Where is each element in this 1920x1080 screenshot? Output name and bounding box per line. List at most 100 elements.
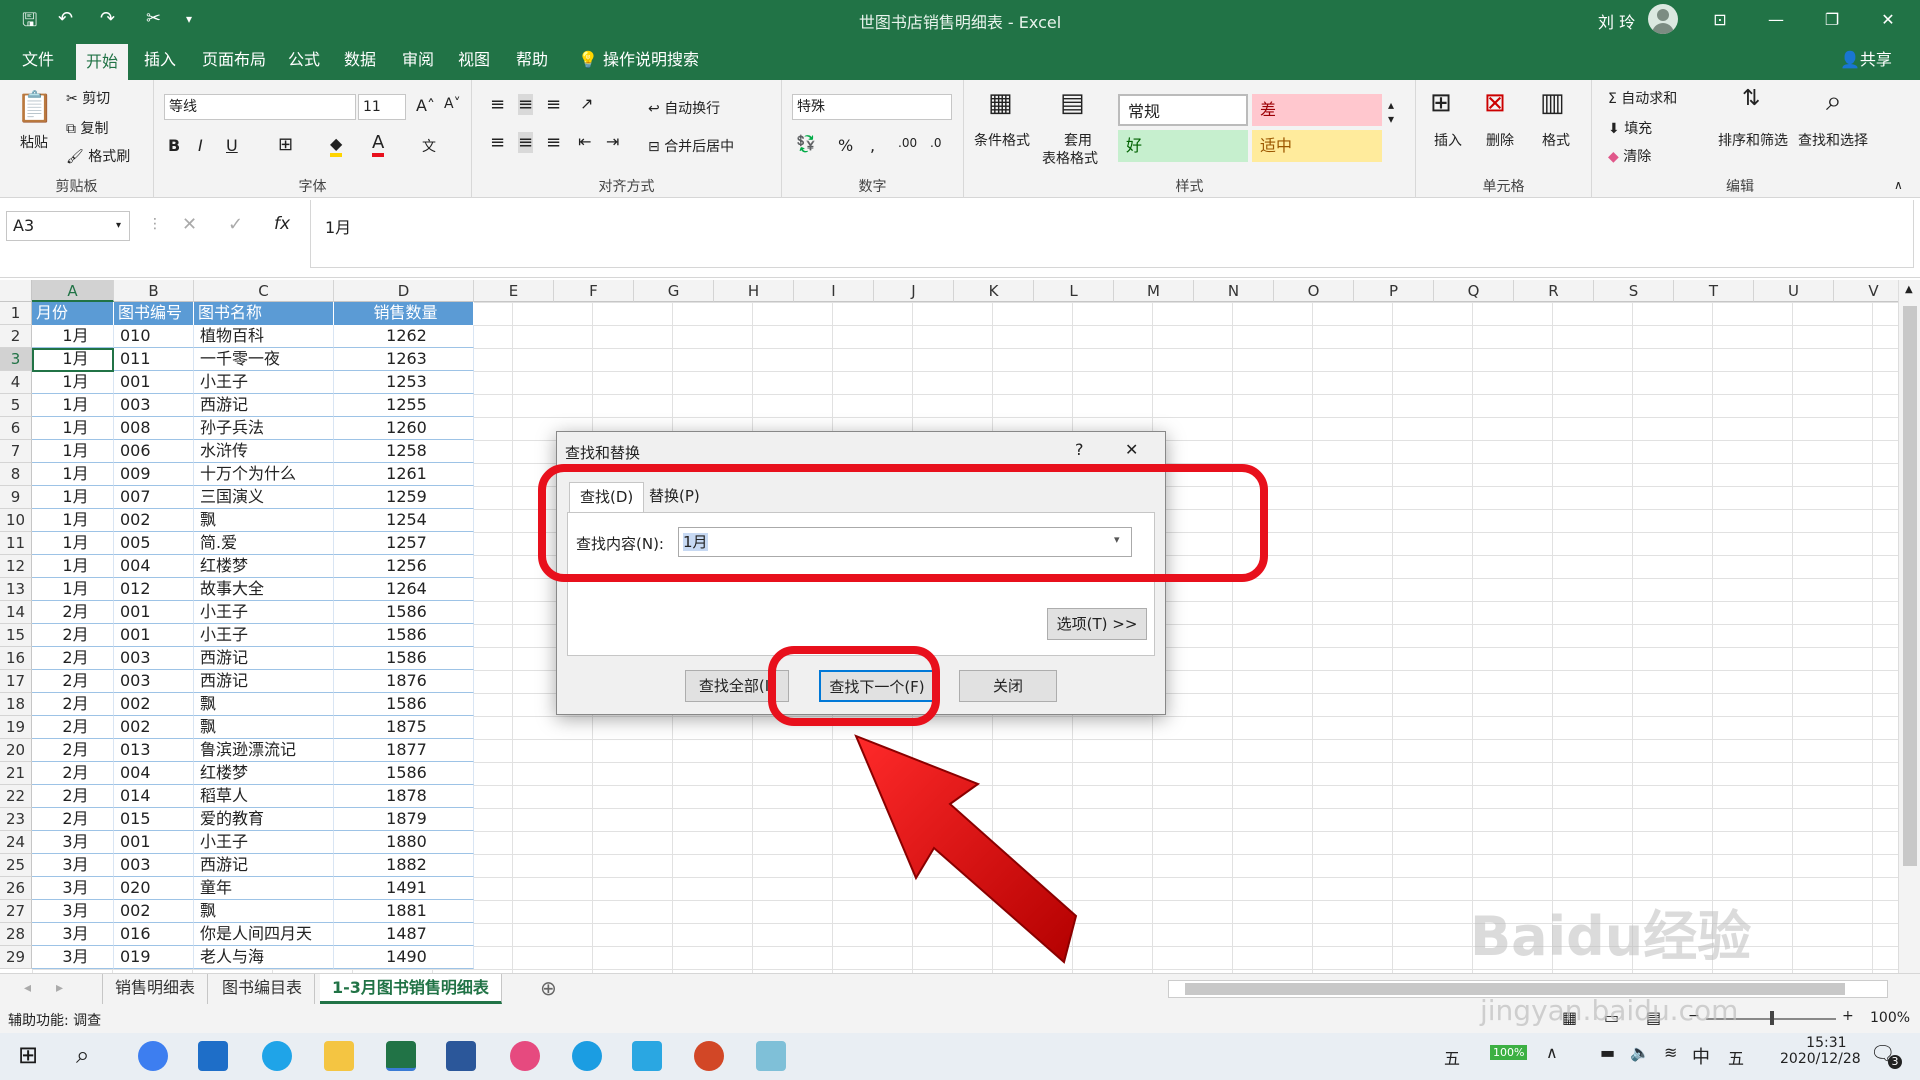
- screenshot-app-icon[interactable]: [632, 1041, 662, 1071]
- sort-filter-icon[interactable]: ⇅: [1742, 86, 1760, 111]
- data-cell[interactable]: 1878: [334, 785, 474, 808]
- border-icon[interactable]: ⊞: [278, 134, 293, 155]
- column-header-g[interactable]: G: [634, 280, 714, 302]
- add-sheet-icon[interactable]: ⊕: [540, 976, 557, 1000]
- find-select-button[interactable]: 查找和选择: [1798, 130, 1868, 150]
- column-header-e[interactable]: E: [474, 280, 554, 302]
- options-button[interactable]: 选项(T) >>: [1047, 608, 1147, 640]
- language-indicator[interactable]: 中: [1692, 1043, 1710, 1069]
- column-header-b[interactable]: B: [114, 280, 194, 302]
- data-cell[interactable]: 1586: [334, 693, 474, 716]
- volume-icon[interactable]: 🔈: [1630, 1043, 1650, 1062]
- find-select-icon[interactable]: ⌕: [1826, 84, 1842, 118]
- tell-me-search[interactable]: 💡 操作说明搜索: [578, 40, 699, 80]
- data-cell[interactable]: 003: [114, 647, 194, 670]
- data-cell[interactable]: 002: [114, 716, 194, 739]
- search-icon[interactable]: ⌕: [76, 1041, 89, 1069]
- battery-icon[interactable]: ▬: [1600, 1043, 1615, 1062]
- data-cell[interactable]: 001: [114, 601, 194, 624]
- data-cell[interactable]: 1月: [32, 325, 114, 348]
- orientation-icon[interactable]: ↗: [580, 94, 593, 113]
- data-cell[interactable]: 童年: [194, 877, 334, 900]
- data-cell[interactable]: 1586: [334, 624, 474, 647]
- scroll-up-icon[interactable]: ▲: [1905, 284, 1913, 295]
- data-cell[interactable]: 003: [114, 854, 194, 877]
- column-header-h[interactable]: H: [714, 280, 794, 302]
- increase-indent-icon[interactable]: ⇥: [606, 132, 619, 151]
- styles-scroll-icon[interactable]: ▴ ▾: [1388, 98, 1394, 126]
- align-center-icon[interactable]: ≡: [518, 132, 534, 153]
- data-cell[interactable]: 1月: [32, 509, 114, 532]
- row-header[interactable]: 26: [0, 877, 32, 900]
- formula-input[interactable]: 1月: [310, 200, 1914, 268]
- data-cell[interactable]: 1263: [334, 348, 474, 371]
- wrap-text-button[interactable]: ↩ 自动换行: [648, 98, 720, 118]
- column-header-d[interactable]: D: [334, 280, 474, 302]
- number-format-select[interactable]: 特殊: [792, 94, 952, 120]
- align-middle-icon[interactable]: ≡: [518, 94, 534, 115]
- data-cell[interactable]: 简.爱: [194, 532, 334, 555]
- name-box[interactable]: A3: [6, 211, 130, 241]
- note-app-icon[interactable]: [756, 1041, 786, 1071]
- font-name-select[interactable]: 等线: [164, 94, 356, 120]
- ime-indicator[interactable]: 五: [1444, 1045, 1460, 1069]
- fill-color-icon[interactable]: ◆: [330, 134, 343, 157]
- data-cell[interactable]: 故事大全: [194, 578, 334, 601]
- data-cell[interactable]: 002: [114, 900, 194, 923]
- zoom-level[interactable]: 100%: [1870, 1010, 1910, 1026]
- column-header-n[interactable]: N: [1194, 280, 1274, 302]
- style-good[interactable]: 好: [1118, 130, 1248, 162]
- row-header[interactable]: 1: [0, 302, 32, 325]
- grow-font-icon[interactable]: A˄: [416, 96, 435, 115]
- data-cell[interactable]: 小王子: [194, 831, 334, 854]
- column-header-s[interactable]: S: [1594, 280, 1674, 302]
- data-cell[interactable]: 1254: [334, 509, 474, 532]
- tab-data[interactable]: 数据: [334, 40, 386, 80]
- data-cell[interactable]: 一千零一夜: [194, 348, 334, 371]
- merge-center-button[interactable]: ⊟ 合并后居中: [648, 136, 734, 156]
- ime-indicator-2[interactable]: 五: [1728, 1045, 1744, 1069]
- underline-icon[interactable]: U: [226, 136, 238, 155]
- tab-formulas[interactable]: 公式: [278, 40, 330, 80]
- row-header[interactable]: 25: [0, 854, 32, 877]
- collapse-ribbon-icon[interactable]: ∧: [1894, 178, 1903, 192]
- phonetic-icon[interactable]: 文: [422, 136, 436, 156]
- header-cell[interactable]: 销售数量: [334, 302, 474, 325]
- data-cell[interactable]: 002: [114, 509, 194, 532]
- data-cell[interactable]: 1879: [334, 808, 474, 831]
- excel-taskbar-icon[interactable]: [386, 1041, 416, 1071]
- data-cell[interactable]: 1586: [334, 647, 474, 670]
- data-cell[interactable]: 你是人间四月天: [194, 923, 334, 946]
- font-size-select[interactable]: 11: [358, 94, 406, 120]
- row-header[interactable]: 7: [0, 440, 32, 463]
- data-cell[interactable]: 2月: [32, 808, 114, 831]
- data-cell[interactable]: 014: [114, 785, 194, 808]
- data-cell[interactable]: 001: [114, 371, 194, 394]
- header-cell[interactable]: 月份: [32, 302, 114, 325]
- data-cell[interactable]: 2月: [32, 762, 114, 785]
- clear-button[interactable]: ◆ 清除: [1608, 146, 1651, 166]
- data-cell[interactable]: 008: [114, 417, 194, 440]
- row-header[interactable]: 14: [0, 601, 32, 624]
- data-cell[interactable]: 1490: [334, 946, 474, 969]
- data-cell[interactable]: 1258: [334, 440, 474, 463]
- data-cell[interactable]: 飘: [194, 900, 334, 923]
- data-cell[interactable]: 三国演义: [194, 486, 334, 509]
- row-header[interactable]: 5: [0, 394, 32, 417]
- data-cell[interactable]: 1255: [334, 394, 474, 417]
- row-header[interactable]: 19: [0, 716, 32, 739]
- powerpoint-taskbar-icon[interactable]: [694, 1041, 724, 1071]
- data-cell[interactable]: 1586: [334, 762, 474, 785]
- color-app-icon[interactable]: [510, 1041, 540, 1071]
- data-cell[interactable]: 3月: [32, 923, 114, 946]
- help-icon[interactable]: ?: [1075, 440, 1084, 459]
- data-cell[interactable]: 3月: [32, 900, 114, 923]
- data-cell[interactable]: 012: [114, 578, 194, 601]
- ie-icon[interactable]: [262, 1041, 292, 1071]
- row-header[interactable]: 28: [0, 923, 32, 946]
- minimize-icon[interactable]: —: [1756, 6, 1796, 34]
- data-cell[interactable]: 007: [114, 486, 194, 509]
- row-header[interactable]: 2: [0, 325, 32, 348]
- row-header[interactable]: 11: [0, 532, 32, 555]
- row-header[interactable]: 17: [0, 670, 32, 693]
